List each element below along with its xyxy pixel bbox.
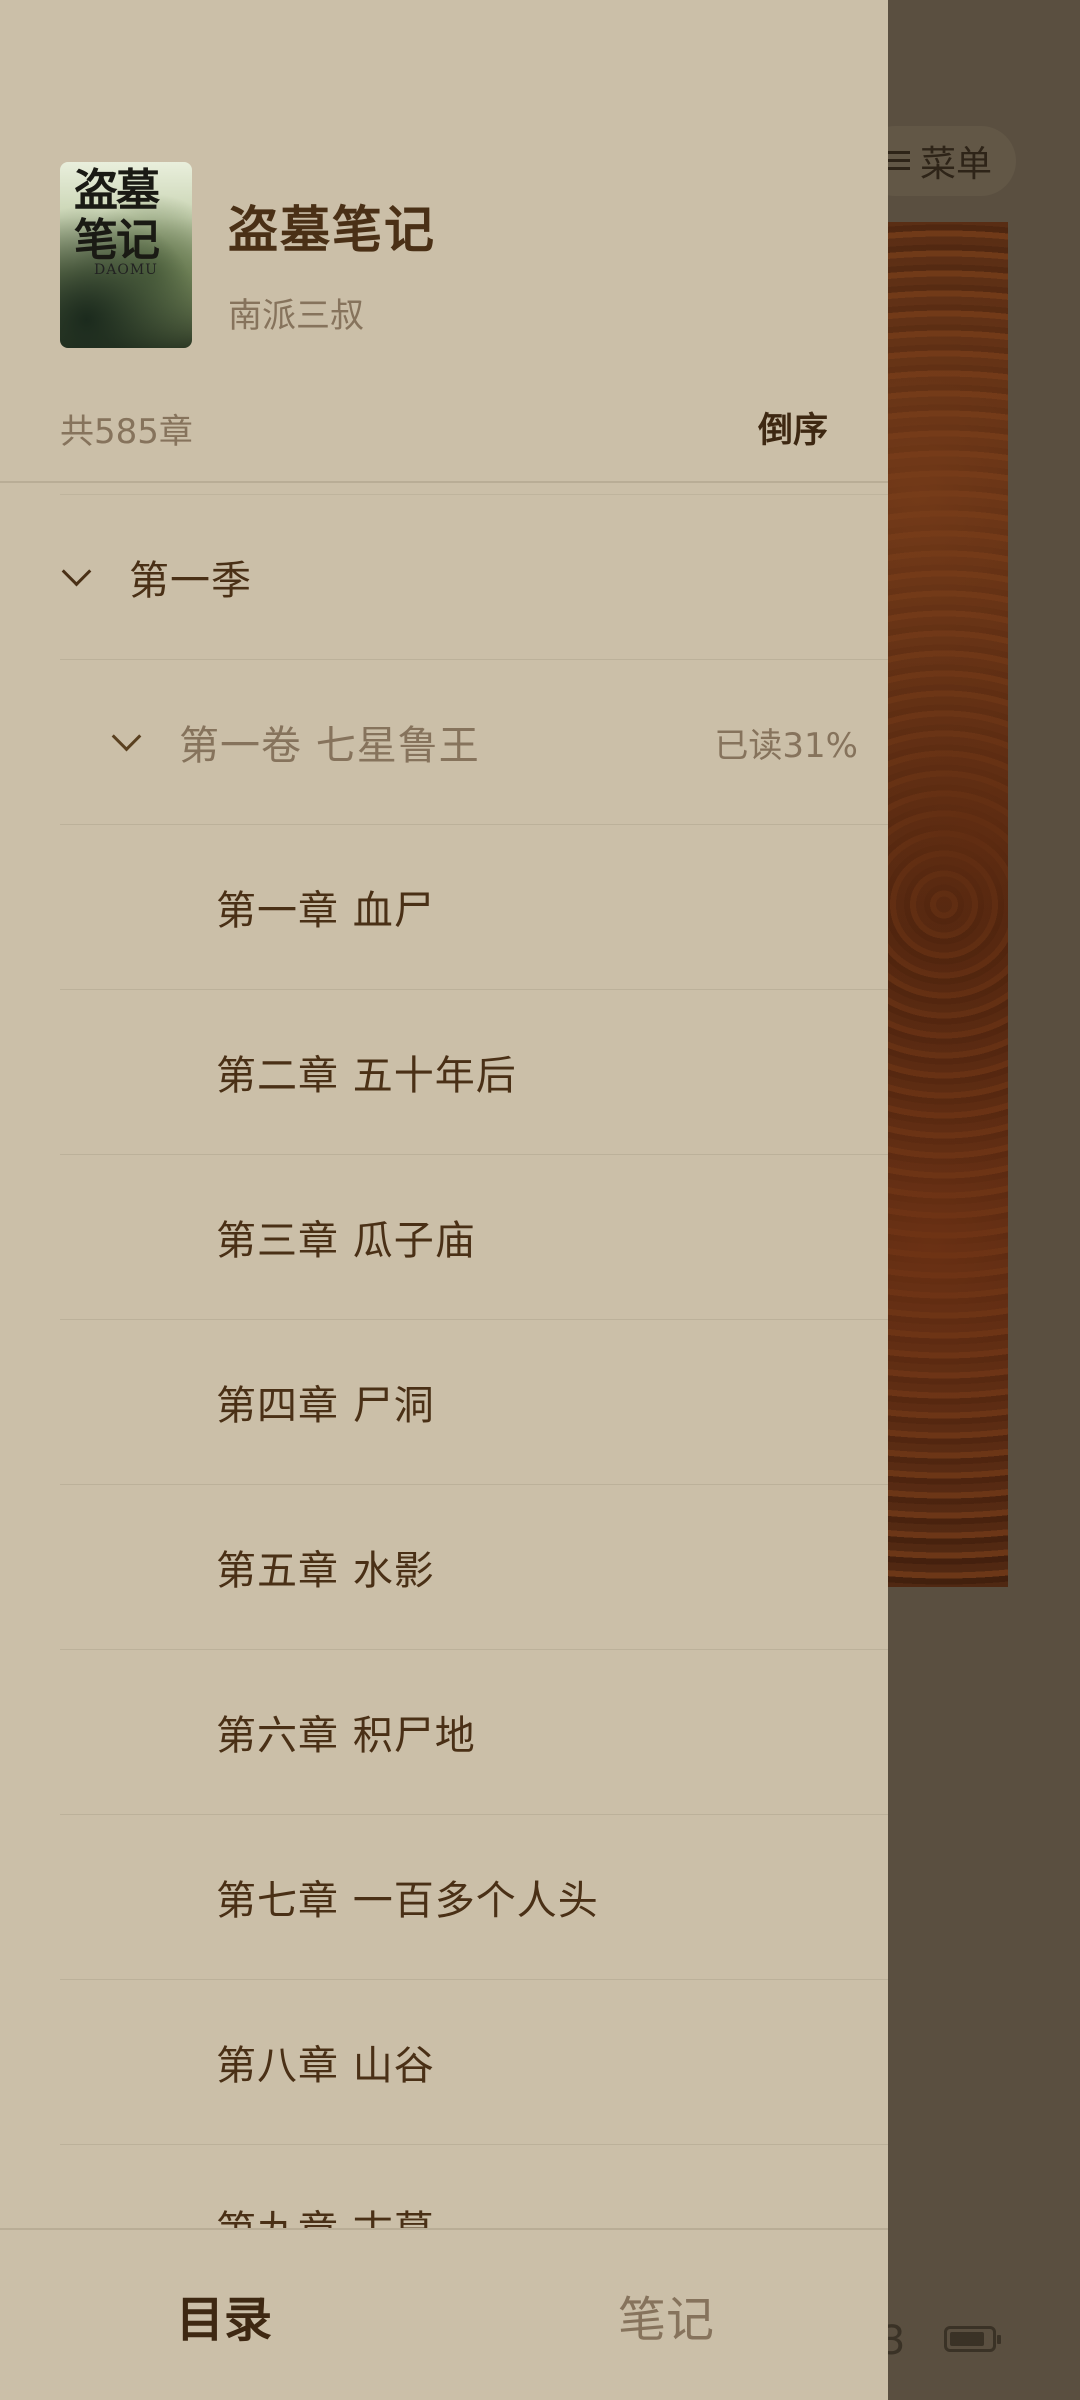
chapter-item[interactable]: 第六章 积尸地 <box>60 1649 888 1814</box>
chapter-label: 第七章 一百多个人头 <box>216 1878 599 1924</box>
season-item[interactable]: 第一季 <box>60 494 888 659</box>
tab-notes[interactable]: 笔记 <box>618 2280 714 2350</box>
chapter-label: 第一章 血尸 <box>216 888 435 934</box>
bottom-tab-bar: 目录 笔记 <box>0 2228 888 2400</box>
book-header: 盗墓笔记 DAOMU 盗墓笔记 南派三叔 <box>60 162 436 348</box>
menu-label: 菜单 <box>919 144 992 185</box>
chapter-item[interactable]: 第七章 一百多个人头 <box>60 1814 888 1979</box>
book-author: 南派三叔 <box>228 296 364 336</box>
chapter-item[interactable]: 第二章 五十年后 <box>60 989 888 1154</box>
volume-label: 第一卷 七星鲁王 <box>179 723 480 769</box>
chapter-label: 第四章 尸洞 <box>216 1383 435 1429</box>
volume-progress: 已读31% <box>714 725 858 766</box>
chapter-item[interactable]: 第四章 尸洞 <box>60 1319 888 1484</box>
chapter-label: 第八章 山谷 <box>216 2043 435 2089</box>
volume-item[interactable]: 第一卷 七星鲁王 已读31% <box>60 659 888 824</box>
book-cover-thumbnail[interactable]: 盗墓笔记 DAOMU <box>60 162 192 348</box>
tab-contents[interactable]: 目录 <box>176 2280 272 2350</box>
cover-subtitle: DAOMU <box>94 262 158 278</box>
toc-list[interactable]: 第一季 第一卷 七星鲁王 已读31% 第一章 血尸 第二章 五十年后 第三章 瓜… <box>0 494 888 2230</box>
chevron-down-icon <box>61 556 92 586</box>
battery-icon <box>944 2326 1001 2352</box>
chapter-count: 共585章 <box>60 412 193 452</box>
chapter-label: 第六章 积尸地 <box>216 1713 476 1759</box>
cover-title: 盗墓笔记 <box>74 165 160 266</box>
toc-drawer: 盗墓笔记 DAOMU 盗墓笔记 南派三叔 共585章 倒序 第一季 第一卷 七星… <box>0 0 888 2400</box>
book-title: 盗墓笔记 <box>228 201 436 259</box>
chevron-down-icon <box>111 721 142 751</box>
season-label: 第一季 <box>129 558 252 604</box>
chapter-item[interactable]: 第三章 瓜子庙 <box>60 1154 888 1319</box>
chapter-label: 第五章 水影 <box>216 1548 435 1594</box>
divider <box>0 481 888 483</box>
chapter-item[interactable]: 第五章 水影 <box>60 1484 888 1649</box>
chapter-item[interactable]: 第一章 血尸 <box>60 824 888 989</box>
book-cover-artwork <box>880 222 1008 1587</box>
chapter-label: 第三章 瓜子庙 <box>216 1218 476 1264</box>
chapter-item[interactable]: 第九章 古墓 <box>60 2144 888 2230</box>
chapter-label: 第九章 古墓 <box>216 2198 435 2230</box>
chapter-item[interactable]: 第八章 山谷 <box>60 1979 888 2144</box>
chapter-label: 第二章 五十年后 <box>216 1053 517 1099</box>
sort-order-button[interactable]: 倒序 <box>758 402 828 453</box>
book-info: 盗墓笔记 南派三叔 <box>228 162 436 348</box>
